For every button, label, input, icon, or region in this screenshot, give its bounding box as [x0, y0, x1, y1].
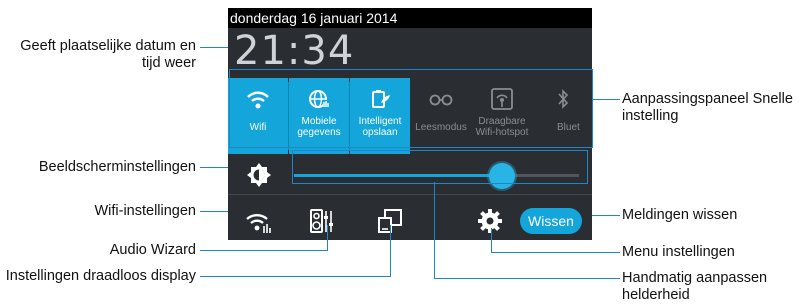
callout-menu-settings: Menu instellingen [622, 244, 735, 260]
gear-icon[interactable] [476, 207, 504, 235]
brightness-highlight [292, 150, 588, 184]
callout-line [491, 252, 620, 253]
callout-line [434, 182, 435, 279]
clock: 21:34 [234, 28, 355, 74]
callout-line [200, 211, 228, 212]
callout-line [491, 228, 492, 253]
callout-line [200, 276, 391, 277]
clear-notifications-button[interactable]: Wissen [520, 208, 582, 234]
callout-line [592, 215, 620, 216]
callout-display-settings: Beeldscherminstellingen [38, 159, 196, 175]
wifi-settings-icon[interactable] [244, 207, 272, 235]
callout-line [327, 225, 328, 251]
status-bar-date: donderdag 16 januari 2014 [228, 8, 592, 28]
callout-audio-wizard: Audio Wizard [109, 242, 196, 258]
bottom-toolbar: Wissen [228, 194, 592, 240]
callout-quick-settings: Aanpassingspaneel Snelle instelling [622, 91, 793, 124]
callout-line [200, 47, 228, 48]
brightness-icon[interactable] [246, 162, 272, 188]
callout-clear-notifications: Meldingen wissen [622, 207, 738, 223]
callout-line [390, 225, 391, 277]
audio-wizard-icon[interactable] [308, 207, 336, 235]
callout-datetime: Geeft plaatselijke datum en tijd weer [20, 38, 196, 71]
quick-settings-highlight [229, 69, 593, 148]
callout-manual-brightness: Handmatig aanpassen helderheid [622, 270, 768, 303]
callout-line [200, 250, 328, 251]
callout-line [434, 278, 620, 279]
callout-wifi-settings: Wifi-instellingen [94, 203, 196, 219]
callout-wireless-display: Instellingen draadloos display [5, 268, 196, 284]
callout-line [200, 167, 228, 168]
callout-line [592, 99, 620, 100]
